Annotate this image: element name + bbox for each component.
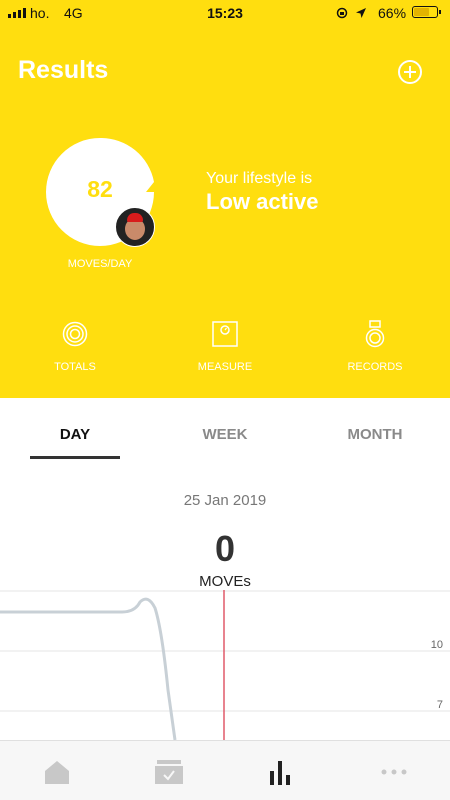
home-icon[interactable] — [42, 759, 72, 785]
inbox-check-icon[interactable] — [154, 759, 184, 785]
lifestyle-prefix: Your lifestyle is — [206, 170, 313, 187]
tab-day[interactable]: DAY — [15, 426, 135, 443]
period-tabs: DAY WEEK MONTH — [0, 398, 450, 460]
tab-week[interactable]: WEEK — [165, 426, 285, 443]
avatar[interactable] — [115, 207, 155, 247]
totals-rings-icon — [62, 321, 88, 347]
activity-series-line — [0, 597, 177, 740]
selected-date: 25 Jan 2019 — [183, 492, 267, 509]
battery-icon — [412, 6, 441, 18]
active-tab-indicator — [30, 456, 120, 459]
totals-label: TOTALS — [54, 361, 96, 373]
records-button[interactable]: RECORDS — [325, 320, 425, 373]
measure-button[interactable]: MEASURE — [175, 320, 275, 373]
results-header-panel: ho. 4G 15:23 66% Results 82 MOVES/DAY Yo… — [0, 0, 450, 398]
records-label: RECORDS — [347, 361, 403, 373]
measure-label: MEASURE — [197, 361, 253, 373]
status-bar: ho. 4G 15:23 66% — [0, 0, 450, 26]
moves-per-day-value: 82 — [87, 176, 113, 202]
bottom-nav — [0, 740, 450, 800]
page-title: Results — [18, 56, 109, 84]
more-dots-icon[interactable] — [379, 759, 409, 785]
moves-label: MOVEs — [199, 573, 251, 590]
bar-chart-icon[interactable] — [267, 759, 297, 785]
scale-icon — [212, 321, 238, 347]
tab-month[interactable]: MONTH — [315, 426, 435, 443]
location-icon — [356, 8, 366, 18]
moves-count: 0 — [214, 528, 236, 569]
plus-circle-icon[interactable] — [398, 60, 422, 84]
y-tick-label: 7 — [437, 699, 443, 711]
battery-percent: 66% — [378, 5, 407, 21]
moves-per-day-label: MOVES/DAY — [67, 258, 133, 270]
medal-icon — [365, 320, 385, 348]
activity-chart[interactable]: 10 7 — [0, 590, 450, 740]
rotation-lock-icon — [336, 7, 348, 19]
y-tick-label: 10 — [431, 639, 443, 651]
lifestyle-level: Low active — [206, 189, 319, 214]
totals-button[interactable]: TOTALS — [25, 320, 125, 373]
